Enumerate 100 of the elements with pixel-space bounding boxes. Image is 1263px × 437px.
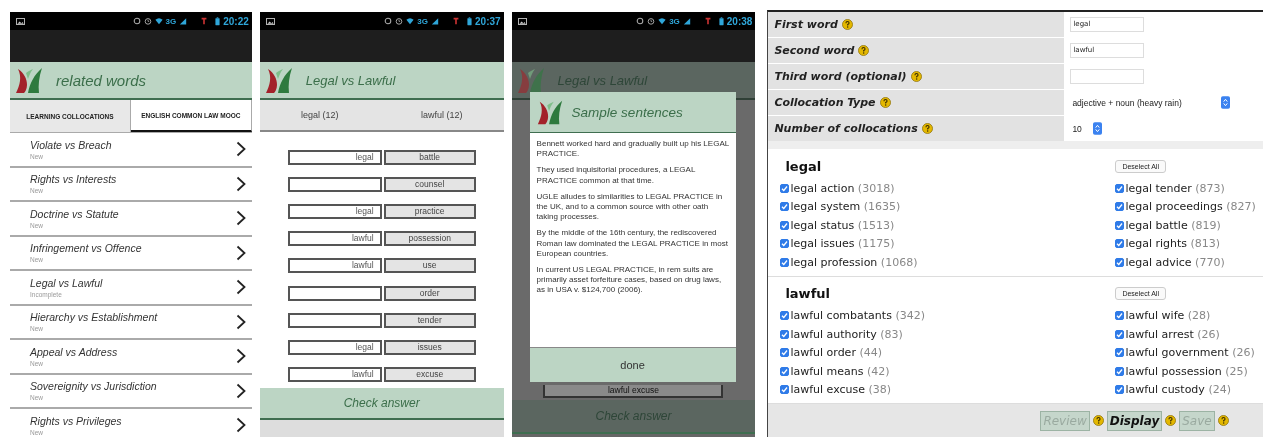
group-heading: legal xyxy=(784,158,823,174)
wifi-icon xyxy=(658,17,667,25)
stepper-icon xyxy=(1093,122,1103,135)
screen-title: Legal vs Lawful xyxy=(305,72,396,88)
checkbox[interactable] xyxy=(1115,257,1125,267)
answer-field[interactable] xyxy=(287,285,382,301)
item-title: Rights vs Interests xyxy=(30,173,118,186)
checkbox[interactable] xyxy=(780,220,790,230)
collocation-label: legal battle (819) xyxy=(1125,218,1221,232)
help-icon[interactable] xyxy=(921,123,933,134)
answer-field[interactable]: lawful xyxy=(287,231,382,247)
sync-icon xyxy=(384,17,393,25)
status-time: 20:37 xyxy=(475,15,501,27)
signal-icon xyxy=(682,17,691,25)
chevron-icon xyxy=(235,313,246,330)
status-time: 20:38 xyxy=(726,15,753,27)
network-type: 3G xyxy=(165,16,177,26)
answer-field[interactable]: legal xyxy=(287,150,382,166)
chevron-icon xyxy=(235,279,246,296)
checkbox[interactable] xyxy=(1115,348,1125,358)
network-type: 3G xyxy=(417,16,428,26)
collocation-label: lawful possession (25) xyxy=(1125,364,1248,378)
checkbox[interactable] xyxy=(1115,239,1125,249)
wifi-icon xyxy=(154,17,163,25)
collocate-word: excuse xyxy=(383,366,476,382)
answer-field[interactable]: lawful xyxy=(287,366,382,382)
help-icon[interactable] xyxy=(879,97,891,108)
checkbox[interactable] xyxy=(780,348,790,358)
field-label: Third word (optional) xyxy=(774,70,907,83)
collocate-word: counsel xyxy=(383,177,476,193)
answer-field[interactable]: legal xyxy=(287,339,382,355)
notification-icon xyxy=(703,17,712,25)
collocation-label: legal profession (1068) xyxy=(790,255,918,269)
collocation-label: lawful custody (24) xyxy=(1125,383,1231,397)
collocate-word: battle xyxy=(383,150,476,166)
notification-icon xyxy=(452,17,460,25)
sample-sentence: By the middle of the 16th century, the rediscovered Roman law dominated the LEGAL PRACTICE in most European countries. xyxy=(536,228,729,260)
checkbox[interactable] xyxy=(780,257,790,267)
answer-field[interactable]: lawful xyxy=(287,258,382,274)
answer-row: lawful excuse xyxy=(543,385,724,398)
collocate-word: use xyxy=(383,258,476,274)
checkbox[interactable] xyxy=(780,311,790,321)
checkbox[interactable] xyxy=(780,239,790,249)
field-label: Collocation Type xyxy=(774,96,876,109)
item-title: Hierarchy vs Establishment xyxy=(30,311,159,324)
checkbox[interactable] xyxy=(780,366,790,376)
checkbox[interactable] xyxy=(1115,329,1125,339)
battery-icon xyxy=(215,16,221,26)
sample-sentence: They used inquisitorial procedures, a LEGAL PRACTICE common at that time. xyxy=(536,165,697,186)
item-title: Appeal vs Address xyxy=(30,345,119,358)
sync-icon xyxy=(636,17,645,25)
checkbox[interactable] xyxy=(1115,366,1125,376)
chevron-icon xyxy=(235,348,246,365)
item-title: Infringement vs Offence xyxy=(30,242,143,255)
collocation-label: legal proceedings (827) xyxy=(1125,200,1256,214)
answer-field[interactable] xyxy=(287,312,382,328)
answer-field[interactable] xyxy=(287,177,382,193)
check-answer-button[interactable]: Check answer xyxy=(259,388,504,420)
battery-icon xyxy=(718,16,724,26)
collocation-label: legal issues (1175) xyxy=(790,237,895,251)
answer-field[interactable]: legal xyxy=(287,204,382,220)
checkbox[interactable] xyxy=(1115,183,1125,193)
checkbox[interactable] xyxy=(1115,385,1125,395)
item-title: Doctrine vs Statute xyxy=(30,207,120,220)
tab[interactable]: legal (12) xyxy=(301,110,339,120)
sample-sentence: UGLE alludes to similarities to LEGAL PRACTICE in the UK, and to a common source with other oath taking processes. xyxy=(536,191,724,223)
dialog-title: Sample sentences xyxy=(571,104,683,120)
dropdown[interactable]: adjective + noun (heavy rain) xyxy=(1070,95,1231,110)
item-title: Legal vs Lawful xyxy=(30,276,104,289)
help-icon[interactable] xyxy=(910,71,922,82)
chevron-icon xyxy=(235,141,246,158)
chevron-icon xyxy=(235,210,246,227)
checkbox[interactable] xyxy=(780,183,790,193)
battery-icon xyxy=(467,16,472,26)
collocation-label: legal tender (873) xyxy=(1125,181,1225,195)
checkbox[interactable] xyxy=(1115,202,1125,212)
chevron-icon xyxy=(235,417,246,434)
checkbox[interactable] xyxy=(780,329,790,339)
help-icon[interactable] xyxy=(858,45,870,56)
checkbox[interactable] xyxy=(780,202,790,212)
action-button[interactable]: Display xyxy=(1106,410,1163,431)
collocation-label: legal system (1635) xyxy=(790,200,901,214)
field-label: Second word xyxy=(774,44,855,57)
checkbox[interactable] xyxy=(1115,220,1125,230)
checkbox[interactable] xyxy=(1115,311,1125,321)
text-field[interactable] xyxy=(1070,69,1145,84)
done-button[interactable]: done xyxy=(529,348,736,382)
group-heading: lawful xyxy=(784,286,831,301)
number-dropdown[interactable]: 10 xyxy=(1070,121,1103,136)
help-icon[interactable] xyxy=(1092,415,1104,426)
checkbox[interactable] xyxy=(780,385,790,395)
help-icon[interactable] xyxy=(1217,415,1229,426)
collocate-word: issues xyxy=(383,339,476,355)
sample-sentence: Bennett worked hard and gradually built up his LEGAL PRACTICE. xyxy=(536,139,730,160)
wifi-icon xyxy=(406,17,415,25)
tab[interactable]: lawful (12) xyxy=(420,110,463,120)
help-icon[interactable] xyxy=(1165,415,1177,426)
collocation-label: lawful wife (28) xyxy=(1125,309,1211,323)
chevron-icon xyxy=(235,175,246,192)
help-icon[interactable] xyxy=(841,19,853,30)
